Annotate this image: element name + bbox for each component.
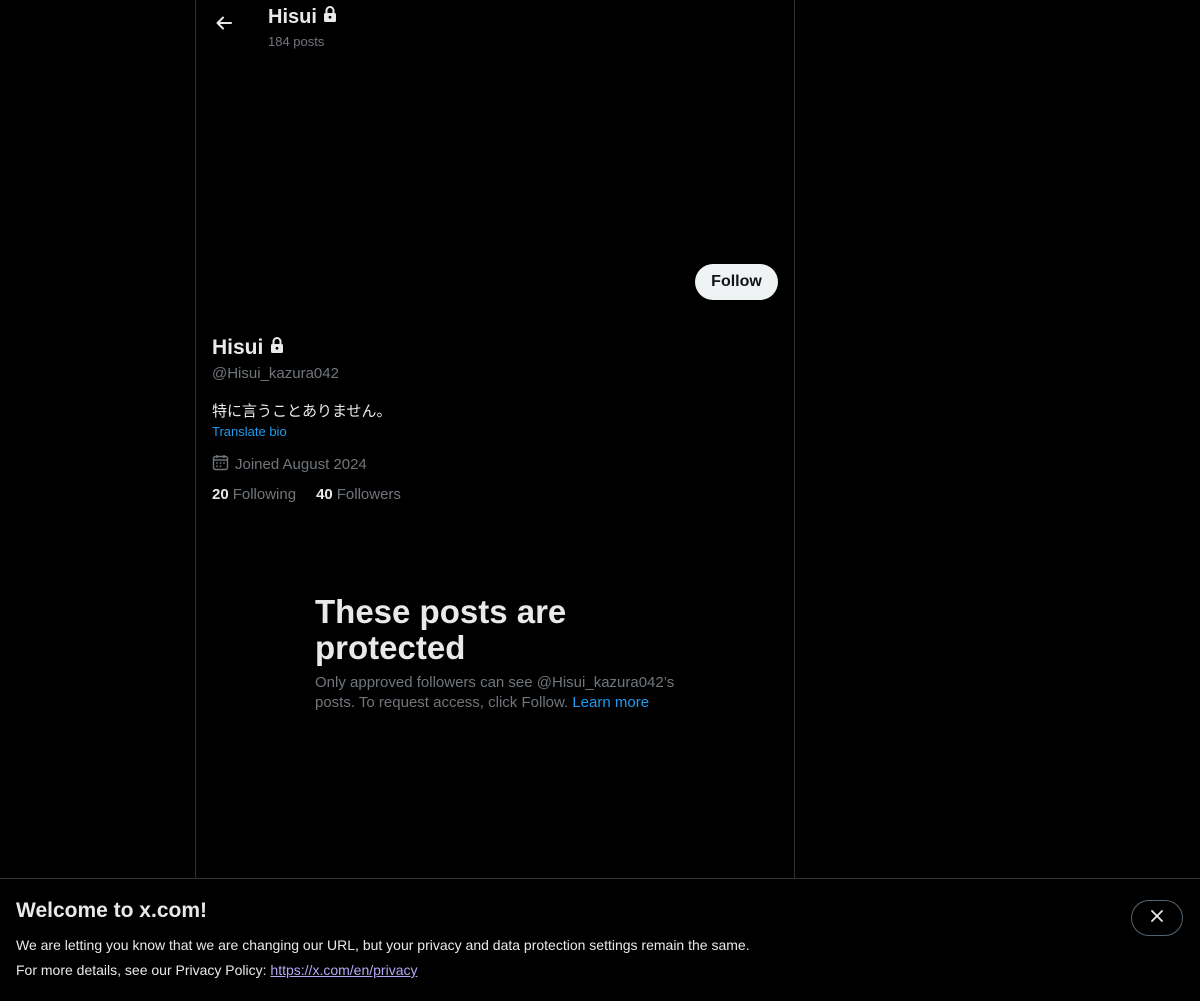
followers-link[interactable]: 40 Followers: [316, 486, 401, 503]
following-label: Following: [232, 486, 297, 503]
welcome-banner: Welcome to x.com! We are letting you kno…: [0, 878, 1200, 1001]
lock-icon: [269, 336, 285, 360]
protected-message: Only approved followers can see @Hisui_k…: [315, 673, 675, 713]
protected-title: These posts are protected: [315, 593, 567, 666]
header-name: Hisui: [268, 5, 317, 28]
profile-handle: @Hisui_kazura042: [212, 365, 339, 382]
joined-text: Joined August 2024: [235, 456, 367, 473]
banner-title: Welcome to x.com!: [16, 899, 207, 922]
banner-message: We are letting you know that we are chan…: [16, 937, 750, 953]
followers-label: Followers: [336, 486, 401, 503]
followers-count: 40: [316, 486, 333, 503]
header-title: Hisui: [268, 5, 338, 29]
joined-date: Joined August 2024: [212, 454, 367, 475]
translate-bio-link[interactable]: Translate bio: [212, 424, 287, 439]
close-icon: [1150, 909, 1164, 928]
privacy-policy-link[interactable]: https://x.com/en/privacy: [270, 962, 417, 978]
profile-header: Hisui 184 posts: [196, 0, 794, 55]
lock-icon: [322, 5, 338, 29]
profile-bio: 特に言うことありません。: [212, 403, 392, 420]
arrow-left-icon: [214, 13, 234, 38]
display-name: Hisui: [212, 336, 264, 359]
posts-count: 184 posts: [268, 34, 325, 49]
following-link[interactable]: 20 Following: [212, 486, 296, 503]
learn-more-link[interactable]: Learn more: [572, 694, 649, 711]
profile-name: Hisui: [212, 336, 285, 360]
banner-privacy-line: For more details, see our Privacy Policy…: [16, 962, 417, 978]
follow-stats: 20 Following 40 Followers: [212, 486, 401, 503]
calendar-icon: [212, 454, 229, 475]
banner-close-button[interactable]: [1131, 900, 1183, 936]
follow-button[interactable]: Follow: [695, 264, 778, 300]
following-count: 20: [212, 486, 229, 503]
back-button[interactable]: [207, 8, 241, 42]
banner-privacy-prefix: For more details, see our Privacy Policy…: [16, 962, 271, 978]
profile-column: Hisui 184 posts Follow Hisui @Hisui_kazu…: [195, 0, 795, 878]
